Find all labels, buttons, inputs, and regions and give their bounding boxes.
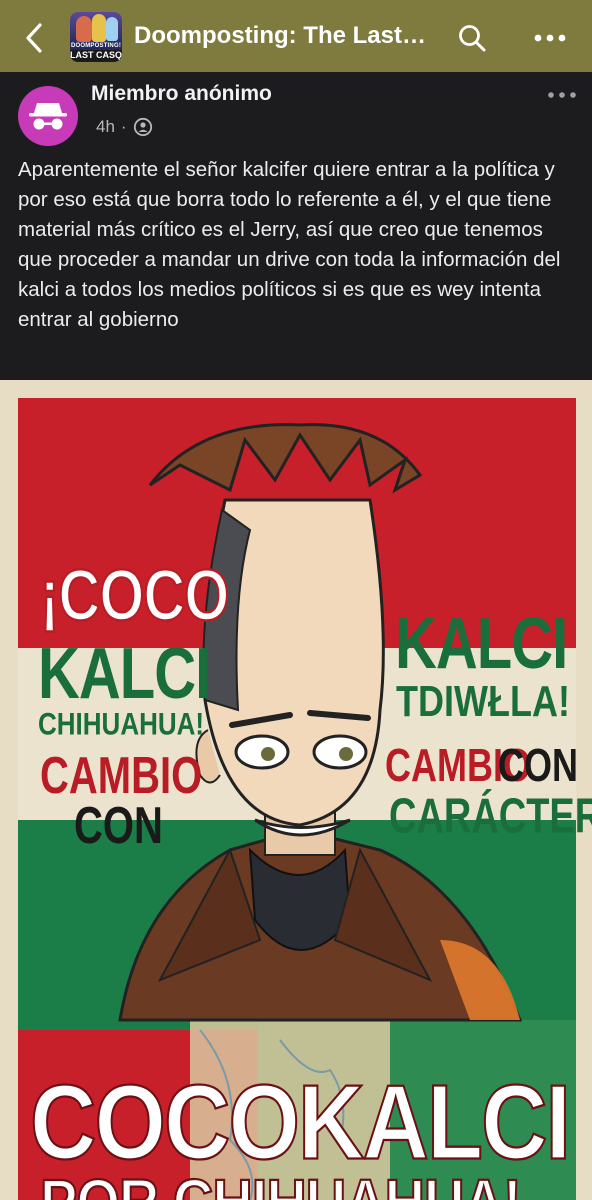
thumb-figure	[106, 17, 118, 41]
thumb-figure	[76, 16, 92, 42]
thumb-caption-top: DOOMPOSTING!	[70, 43, 122, 49]
post-meta: 4h ·	[96, 117, 153, 137]
post-body-text: Aparentemente el señor kalcifer quiere e…	[18, 158, 561, 331]
post-author-name[interactable]: Miembro anónimo	[91, 82, 272, 106]
poster-headline: COCOKALCI	[29, 1064, 572, 1182]
thumb-caption-bottom: LAST CASQ	[70, 50, 122, 61]
poster-text: KALCI	[395, 603, 568, 685]
more-options-button[interactable]	[528, 18, 572, 58]
poster-text: CAMBIO	[40, 747, 203, 805]
poster-text: TDIWŁLA!	[396, 676, 570, 726]
avatar[interactable]	[18, 86, 78, 146]
post-image[interactable]: ¡COCO KALCI CHIHUAHUA! CAMBIO CON KALCI …	[0, 380, 592, 1200]
chevron-left-icon	[26, 23, 42, 53]
meta-separator: ·	[120, 117, 127, 136]
more-horizontal-icon	[548, 92, 576, 98]
more-horizontal-icon	[534, 34, 566, 42]
group-thumbnail[interactable]: DOOMPOSTING! LAST CASQ	[70, 12, 122, 62]
poster-subheadline: POR CHIHUAHUA!	[39, 1168, 523, 1200]
incognito-icon	[29, 103, 67, 130]
search-button[interactable]	[452, 18, 492, 58]
poster-text: KALCI	[38, 633, 211, 715]
poster-text: ¡COCO	[39, 555, 230, 637]
poster-text: CARÁCTER	[389, 789, 592, 844]
group-privacy-icon	[133, 117, 152, 137]
group-title[interactable]: Doomposting: The Last…	[134, 22, 426, 50]
post-timestamp[interactable]: 4h	[96, 117, 115, 137]
group-header-bar: DOOMPOSTING! LAST CASQ Doomposting: The …	[0, 0, 592, 72]
poster-text: CHIHUAHUA!	[38, 705, 205, 742]
poster-text: CON	[498, 738, 578, 792]
post-options-button[interactable]	[540, 82, 584, 108]
search-icon	[459, 25, 486, 52]
poster-text: CON	[74, 797, 163, 855]
back-button[interactable]	[14, 18, 54, 58]
thumb-figure	[92, 14, 106, 42]
